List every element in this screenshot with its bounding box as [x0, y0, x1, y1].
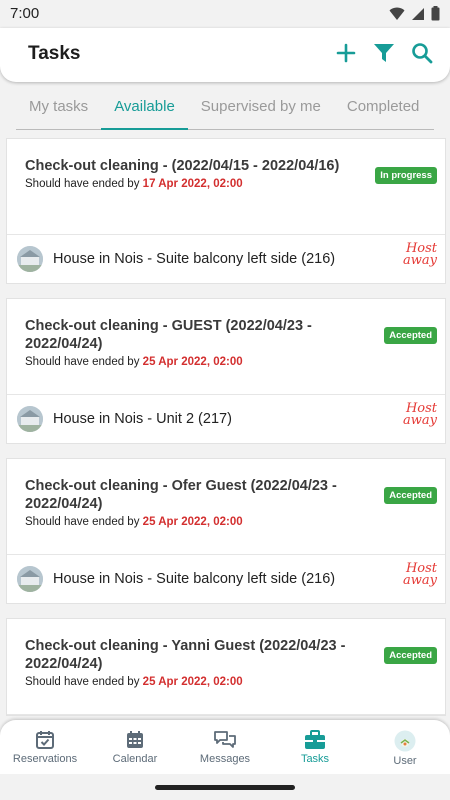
- nav-label: Calendar: [112, 753, 158, 765]
- add-button[interactable]: [334, 41, 358, 65]
- status-badge: In progress: [375, 167, 437, 184]
- system-gesture-bar: [0, 774, 450, 800]
- task-card[interactable]: Check-out cleaning - GUEST (2022/04/23 -…: [6, 298, 446, 444]
- task-card-header[interactable]: Check-out cleaning - (2022/04/15 - 2022/…: [7, 139, 445, 235]
- page-title: Tasks: [28, 43, 81, 64]
- task-title: Check-out cleaning - Ofer Guest (2022/04…: [25, 478, 337, 512]
- status-icons: [389, 6, 440, 21]
- bottom-nav: Reservations Calendar Messages Tasks Use…: [0, 720, 450, 774]
- status-badge: Accepted: [384, 647, 437, 664]
- hostaway-logo-line2: away: [403, 413, 437, 428]
- tab-completed[interactable]: Completed: [334, 86, 433, 130]
- search-button[interactable]: [410, 41, 434, 65]
- nav-label: User: [393, 755, 417, 767]
- filter-button[interactable]: [372, 41, 396, 65]
- filter-icon: [374, 44, 394, 62]
- hostaway-logo-line2: away: [403, 573, 437, 588]
- briefcase-icon: [305, 730, 325, 749]
- task-title: Check-out cleaning - GUEST (2022/04/23 -…: [25, 318, 312, 352]
- task-title: Check-out cleaning - Yanni Guest (2022/0…: [25, 638, 346, 672]
- property-thumbnail: [17, 246, 43, 272]
- task-due-prefix: Should have ended by: [25, 356, 140, 368]
- nav-reservations[interactable]: Reservations: [0, 720, 90, 774]
- task-card[interactable]: Check-out cleaning - Yanni Guest (2022/0…: [6, 618, 446, 716]
- tab-available[interactable]: Available: [101, 86, 188, 130]
- search-icon: [412, 43, 433, 64]
- nav-label: Reservations: [12, 753, 78, 765]
- calendar-check-icon: [36, 731, 54, 749]
- task-due-date: 25 Apr 2022, 02:00: [142, 676, 243, 688]
- task-due-date: 17 Apr 2022, 02:00: [142, 178, 243, 190]
- nav-calendar[interactable]: Calendar: [90, 720, 180, 774]
- hostaway-logo-line2: away: [403, 253, 437, 268]
- house-thumbnail-icon: [17, 246, 43, 272]
- property-thumbnail: [17, 406, 43, 432]
- task-due-date: 25 Apr 2022, 02:00: [142, 516, 243, 528]
- property-name: House in Nois - Unit 2 (217): [53, 411, 232, 427]
- calendar-grid-icon: [127, 731, 143, 748]
- nav-messages[interactable]: Messages: [180, 720, 270, 774]
- plus-icon: [336, 43, 356, 63]
- wifi-icon: [389, 7, 405, 20]
- nav-label: Tasks: [300, 753, 330, 765]
- property-thumbnail: [17, 566, 43, 592]
- house-thumbnail-icon: [17, 406, 43, 432]
- status-bar: 7:00: [0, 0, 450, 28]
- status-badge: Accepted: [384, 327, 437, 344]
- property-name: House in Nois - Suite balcony left side …: [53, 251, 336, 267]
- task-due-prefix: Should have ended by: [25, 676, 140, 688]
- task-card[interactable]: Check-out cleaning - Ofer Guest (2022/04…: [6, 458, 446, 604]
- task-due-line: Should have ended by 17 Apr 2022, 02:00: [25, 178, 429, 190]
- task-due-line: Should have ended by 25 Apr 2022, 02:00: [25, 516, 429, 528]
- chat-bubbles-icon: [214, 731, 236, 748]
- status-badge: Accepted: [384, 487, 437, 504]
- app-header: Tasks: [0, 28, 450, 82]
- signal-icon: [412, 7, 424, 20]
- home-indicator[interactable]: [155, 785, 295, 790]
- task-card-header[interactable]: Check-out cleaning - Ofer Guest (2022/04…: [7, 459, 445, 555]
- task-property-row[interactable]: House in Nois - Suite balcony left side …: [7, 235, 445, 283]
- house-thumbnail-icon: [17, 566, 43, 592]
- nav-label: Messages: [199, 753, 251, 765]
- task-due-prefix: Should have ended by: [25, 516, 140, 528]
- task-title: Check-out cleaning - (2022/04/15 - 2022/…: [25, 158, 340, 174]
- status-time: 7:00: [10, 5, 40, 22]
- task-due-line: Should have ended by 25 Apr 2022, 02:00: [25, 356, 429, 368]
- task-card[interactable]: Check-out cleaning - (2022/04/15 - 2022/…: [6, 138, 446, 284]
- nav-tasks[interactable]: Tasks: [270, 720, 360, 774]
- hostaway-logo: Host away: [403, 562, 437, 588]
- task-list: Check-out cleaning - (2022/04/15 - 2022/…: [0, 132, 450, 720]
- nav-user[interactable]: User: [360, 720, 450, 774]
- property-name: House in Nois - Suite balcony left side …: [53, 571, 336, 587]
- task-card-header[interactable]: Check-out cleaning - Yanni Guest (2022/0…: [7, 619, 445, 715]
- header-actions: [334, 41, 434, 65]
- task-card-header[interactable]: Check-out cleaning - GUEST (2022/04/23 -…: [7, 299, 445, 395]
- tab-supervised-by-me[interactable]: Supervised by me: [188, 86, 334, 130]
- battery-icon: [431, 6, 440, 21]
- hostaway-logo: Host away: [403, 242, 437, 268]
- task-tabs: My tasks Available Supervised by me Comp…: [16, 86, 434, 130]
- task-property-row[interactable]: House in Nois - Unit 2 (217) Host away: [7, 395, 445, 443]
- tab-my-tasks[interactable]: My tasks: [16, 86, 101, 130]
- hostaway-logo: Host away: [403, 402, 437, 428]
- task-property-row[interactable]: House in Nois - Suite balcony left side …: [7, 555, 445, 603]
- task-due-line: Should have ended by 25 Apr 2022, 02:00: [25, 676, 429, 688]
- user-avatar-icon: [394, 730, 416, 752]
- task-due-date: 25 Apr 2022, 02:00: [142, 356, 243, 368]
- task-due-prefix: Should have ended by: [25, 178, 140, 190]
